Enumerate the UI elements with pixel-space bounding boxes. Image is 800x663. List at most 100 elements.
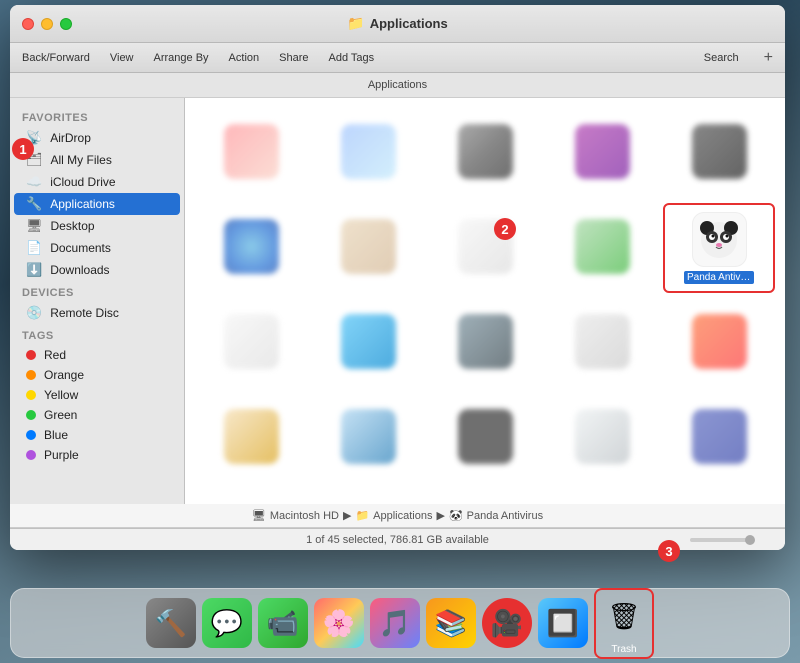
app-item-5[interactable]	[663, 108, 775, 198]
back-forward-button[interactable]: Back/Forward	[22, 52, 90, 64]
app-icon-18	[575, 409, 630, 464]
tag-label-red: Red	[44, 348, 66, 362]
tag-dot-red	[26, 350, 36, 360]
sidebar-item-applications[interactable]: 🔧 Applications	[14, 193, 180, 215]
app-item-17[interactable]	[429, 393, 541, 483]
photos-icon: 🌸	[323, 608, 355, 639]
sidebar-item-tag-yellow[interactable]: Yellow	[14, 385, 180, 405]
app-icon-11	[341, 314, 396, 369]
panda-svg	[699, 220, 739, 260]
macintosh-hd-icon: 🖥	[252, 509, 266, 522]
finder-dock-icon: 🔲	[547, 608, 579, 639]
maximize-button[interactable]	[60, 18, 72, 30]
sidebar-item-tag-orange[interactable]: Orange	[14, 365, 180, 385]
window-title-area: 📁 Applications	[347, 15, 447, 32]
arrange-by-button[interactable]: Arrange By	[154, 52, 209, 64]
app-item-6[interactable]	[195, 203, 307, 293]
dock-item-ibooks[interactable]: 📚	[426, 598, 476, 648]
sidebar-item-tag-green[interactable]: Green	[14, 405, 180, 425]
dock-item-photos[interactable]: 🌸	[314, 598, 364, 648]
close-button[interactable]	[22, 18, 34, 30]
step-badge-1: 1	[12, 138, 34, 160]
app-item-19[interactable]	[663, 393, 775, 483]
view-button[interactable]: View	[110, 52, 134, 64]
app-item-7[interactable]	[312, 203, 424, 293]
dock-item-trash[interactable]: 🗑 Trash	[594, 588, 654, 659]
slider-thumb	[745, 535, 755, 545]
sidebar-item-remote-disc[interactable]: 💿 Remote Disc	[14, 302, 180, 324]
app-icon-5	[692, 124, 747, 179]
app-item-12[interactable]	[429, 298, 541, 388]
icon-size-slider[interactable]	[690, 538, 750, 542]
title-bar: 📁 Applications	[10, 5, 785, 43]
dock-item-finder[interactable]: 🔲	[538, 598, 588, 648]
tag-dot-orange	[26, 370, 36, 380]
share-button[interactable]: Share	[279, 52, 308, 64]
path-sep-1: ▶	[343, 509, 351, 522]
dock: 🔨 💬 📹 🌸 🎵 📚 🎥 🔲 🗑 Trash	[10, 588, 790, 658]
tag-dot-green	[26, 410, 36, 420]
icloud-drive-icon: ☁️	[26, 174, 42, 190]
folder-icon: 📁	[347, 15, 364, 32]
sidebar-item-tag-blue[interactable]: Blue	[14, 425, 180, 445]
sidebar-item-all-my-files[interactable]: 🗂 All My Files	[14, 149, 180, 171]
app-item-14[interactable]	[663, 298, 775, 388]
sidebar: Favorites 📡 AirDrop 🗂 All My Files ☁️ iC…	[10, 98, 185, 504]
minimize-button[interactable]	[41, 18, 53, 30]
remote-disc-icon: 💿	[26, 305, 42, 321]
dock-item-xcode[interactable]: 🔨	[146, 598, 196, 648]
file-grid: Panda Antivirus	[185, 98, 785, 504]
sidebar-item-tag-purple[interactable]: Purple	[14, 445, 180, 465]
app-icon-15	[224, 409, 279, 464]
messages-icon: 💬	[211, 608, 243, 639]
traffic-lights	[22, 18, 72, 30]
trash-icon: 🗑	[607, 601, 640, 632]
status-text: 1 of 45 selected, 786.81 GB available	[306, 534, 489, 546]
sidebar-item-tag-red[interactable]: Red	[14, 345, 180, 365]
app-item-2[interactable]	[312, 108, 424, 198]
action-button[interactable]: Action	[229, 52, 260, 64]
app-icon-2	[341, 124, 396, 179]
panda-app-name: Panda Antivirus	[684, 271, 754, 284]
sidebar-item-desktop[interactable]: 🖥 Desktop	[14, 215, 180, 237]
dock-item-zoom[interactable]: 🎥	[482, 598, 532, 648]
sidebar-item-documents[interactable]: 📄 Documents	[14, 237, 180, 259]
panda-icon	[692, 212, 747, 267]
dock-item-messages[interactable]: 💬	[202, 598, 252, 648]
app-item-13[interactable]	[546, 298, 658, 388]
dock-item-itunes[interactable]: 🎵	[370, 598, 420, 648]
sidebar-label-desktop: Desktop	[51, 219, 95, 233]
app-icon-13	[575, 314, 630, 369]
app-item-3[interactable]	[429, 108, 541, 198]
sidebar-item-airdrop[interactable]: 📡 AirDrop	[14, 127, 180, 149]
itunes-icon: 🎵	[379, 608, 411, 639]
sidebar-label-icloud-drive: iCloud Drive	[50, 175, 115, 189]
app-item-18[interactable]	[546, 393, 658, 483]
search-button[interactable]: Search	[704, 52, 739, 64]
app-icon-6	[224, 219, 279, 274]
app-item-11[interactable]	[312, 298, 424, 388]
app-item-9[interactable]	[546, 203, 658, 293]
tag-dot-blue	[26, 430, 36, 440]
sidebar-label-downloads: Downloads	[50, 263, 109, 277]
app-item-panda[interactable]: Panda Antivirus	[663, 203, 775, 293]
dock-item-facetime[interactable]: 📹	[258, 598, 308, 648]
app-item-10[interactable]	[195, 298, 307, 388]
sidebar-item-downloads[interactable]: ⬇️ Downloads	[14, 259, 180, 281]
app-icon-1	[224, 124, 279, 179]
tags-header: Tags	[10, 324, 184, 345]
app-icon-16	[341, 409, 396, 464]
tag-dot-purple	[26, 450, 36, 460]
downloads-icon: ⬇️	[26, 262, 42, 278]
sidebar-item-icloud-drive[interactable]: ☁️ iCloud Drive	[14, 171, 180, 193]
desktop-icon: 🖥	[26, 218, 43, 234]
trash-icon-container: 🗑	[599, 592, 649, 642]
app-item-4[interactable]	[546, 108, 658, 198]
app-item-1[interactable]	[195, 108, 307, 198]
app-item-16[interactable]	[312, 393, 424, 483]
location-bar: Applications	[10, 73, 785, 98]
app-item-8[interactable]	[429, 203, 541, 293]
add-button[interactable]: +	[764, 49, 773, 67]
app-item-15[interactable]	[195, 393, 307, 483]
add-tags-button[interactable]: Add Tags	[328, 52, 374, 64]
